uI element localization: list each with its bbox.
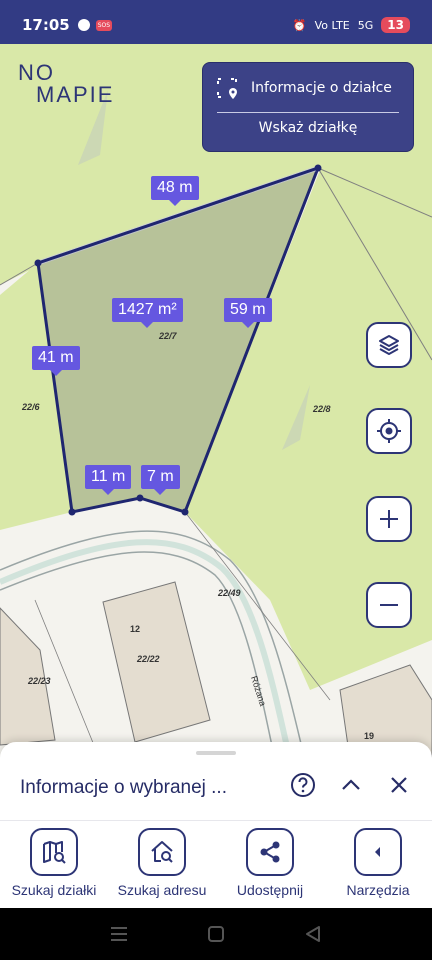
expand-button[interactable] bbox=[336, 770, 366, 800]
help-button[interactable] bbox=[288, 770, 318, 800]
plot-label-south1: 22/22 bbox=[137, 654, 160, 664]
search-address-label: Szukaj adresu bbox=[117, 882, 207, 898]
recents-button[interactable] bbox=[104, 919, 134, 949]
tools-label: Narzędzia bbox=[346, 882, 410, 898]
target-icon bbox=[377, 419, 401, 443]
share-label: Udostępnij bbox=[236, 882, 304, 898]
measurement-area: 1427 m² bbox=[112, 298, 183, 328]
plot-label-south2: 22/23 bbox=[28, 676, 51, 686]
back-icon bbox=[306, 926, 321, 942]
sheet-title[interactable]: Informacje o wybranej ... bbox=[20, 777, 227, 799]
status-bar: 17:05 SOS ⏰ Vo LTE 5G 13 bbox=[0, 0, 432, 50]
layers-icon bbox=[379, 335, 399, 355]
sheet-drag-handle[interactable] bbox=[196, 751, 236, 755]
chevron-up-icon bbox=[342, 779, 360, 790]
alarm-icon: ⏰ bbox=[292, 18, 307, 32]
plot-info-panel: Informacje o działce Wskaż działkę bbox=[202, 62, 414, 152]
plot-label-east: 22/8 bbox=[313, 404, 331, 414]
select-plot-button[interactable]: Wskaż działkę bbox=[203, 113, 413, 136]
search-plot-label: Szukaj działki bbox=[11, 882, 97, 898]
plot-label-road: 22/49 bbox=[218, 588, 241, 598]
share-icon bbox=[260, 841, 280, 863]
volte-indicator: Vo LTE bbox=[314, 18, 350, 32]
plus-icon bbox=[380, 510, 398, 528]
close-button[interactable] bbox=[384, 770, 414, 800]
zoom-out-button[interactable] bbox=[366, 582, 412, 628]
menu-icon bbox=[110, 927, 127, 941]
select-area-icon bbox=[217, 78, 237, 99]
close-icon bbox=[391, 777, 407, 793]
plot-info-button[interactable]: Informacje o działce bbox=[203, 63, 413, 100]
message-icon bbox=[77, 19, 90, 31]
home-icon bbox=[207, 926, 224, 942]
building-number-12: 12 bbox=[130, 624, 141, 634]
building-number-19: 19 bbox=[364, 731, 375, 741]
tools-button[interactable]: Narzędzia bbox=[324, 828, 432, 898]
plot-label-selected: 22/7 bbox=[159, 331, 177, 341]
divider bbox=[0, 820, 432, 821]
system-nav-bar bbox=[0, 908, 432, 960]
plot-label-west: 22/6 bbox=[22, 402, 40, 412]
app-logo: NO MAPIE bbox=[18, 60, 115, 107]
measurement-left: 41 m bbox=[32, 346, 80, 376]
battery-indicator: 13 bbox=[381, 17, 410, 33]
back-button[interactable] bbox=[298, 919, 328, 949]
map-search-icon bbox=[43, 841, 66, 864]
measurement-bottom-right: 7 m bbox=[141, 465, 180, 495]
measurement-top: 48 m bbox=[151, 176, 199, 206]
bottom-toolbar: Szukaj działki Szukaj adresu Udostępnij … bbox=[0, 828, 432, 898]
bottom-sheet: Informacje o wybranej ... Szukaj działki… bbox=[0, 742, 432, 908]
help-icon bbox=[291, 773, 315, 797]
sos-icon: SOS bbox=[95, 19, 113, 31]
status-time: 17:05 bbox=[22, 16, 70, 34]
signal-indicator: 5G bbox=[357, 18, 374, 32]
home-search-icon bbox=[151, 841, 173, 863]
chevron-left-icon bbox=[375, 847, 380, 857]
zoom-in-button[interactable] bbox=[366, 496, 412, 542]
minus-icon bbox=[380, 604, 398, 606]
my-location-button[interactable] bbox=[366, 408, 412, 454]
measurement-right: 59 m bbox=[224, 298, 272, 328]
plot-info-title: Informacje o działce bbox=[251, 80, 392, 96]
search-address-button[interactable]: Szukaj adresu bbox=[108, 828, 216, 898]
home-button[interactable] bbox=[201, 919, 231, 949]
layers-button[interactable] bbox=[366, 322, 412, 368]
measurement-bottom-left: 11 m bbox=[85, 465, 132, 495]
sheet-header: Informacje o wybranej ... bbox=[0, 762, 432, 814]
share-button[interactable]: Udostępnij bbox=[216, 828, 324, 898]
search-plot-button[interactable]: Szukaj działki bbox=[0, 828, 108, 898]
